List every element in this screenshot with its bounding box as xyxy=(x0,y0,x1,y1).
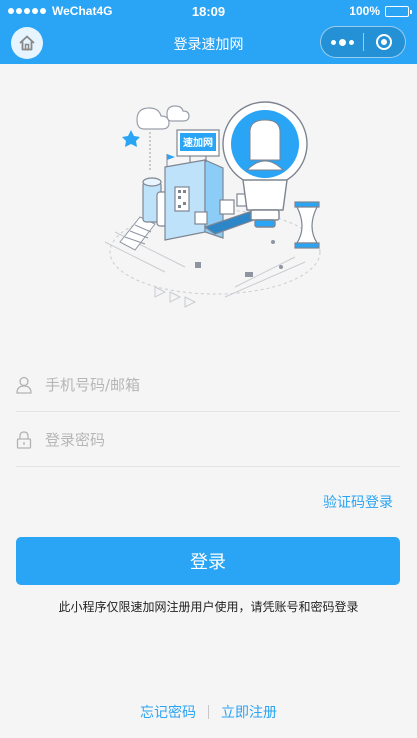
footer-links: 忘记密码 立即注册 xyxy=(0,702,417,722)
more-dots-icon xyxy=(330,38,354,46)
nav-bar: 登录速加网 xyxy=(0,22,417,64)
close-button[interactable] xyxy=(364,27,405,57)
battery-area: 100% xyxy=(349,4,412,18)
battery-percent: 100% xyxy=(349,4,380,18)
lock-icon xyxy=(16,430,32,449)
password-input[interactable] xyxy=(45,430,365,449)
account-field xyxy=(16,358,400,412)
factory-lightbulb-illustration: 速加网 xyxy=(104,101,321,308)
register-link[interactable]: 立即注册 xyxy=(221,702,277,722)
status-bar: WeChat4G 18:09 100% xyxy=(0,0,417,22)
close-circle-icon xyxy=(376,34,393,50)
user-icon xyxy=(16,376,32,394)
forgot-password-link[interactable]: 忘记密码 xyxy=(140,702,196,722)
code-login-link[interactable]: 验证码登录 xyxy=(323,492,393,512)
login-button[interactable]: 登录 xyxy=(16,537,400,585)
usage-notice: 此小程序仅限速加网注册用户使用，请凭账号和密码登录 xyxy=(58,600,359,614)
sign-text: 速加网 xyxy=(183,136,213,149)
battery-icon xyxy=(385,5,412,17)
footer-divider xyxy=(208,705,209,719)
mini-program-capsule xyxy=(320,26,406,58)
more-button[interactable] xyxy=(321,27,363,57)
password-field xyxy=(16,413,400,467)
account-input[interactable] xyxy=(45,375,365,394)
